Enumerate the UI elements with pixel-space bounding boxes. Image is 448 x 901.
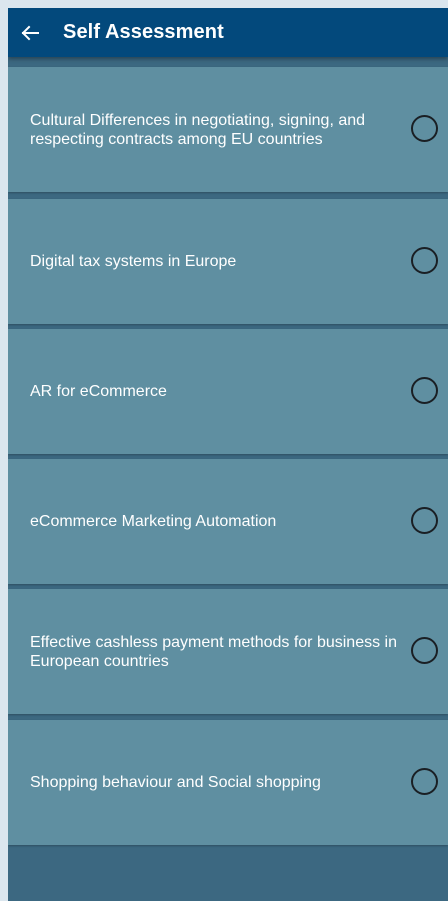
topic-label: eCommerce Marketing Automation (30, 513, 277, 530)
radio-button[interactable] (411, 506, 438, 534)
topic-card-cashless-payment[interactable]: Effective cashless payment methods for b… (8, 589, 448, 714)
topic-card-cultural-differences[interactable]: Cultural Differences in negotiating, sig… (8, 67, 448, 192)
app-bar: Self Assessment (8, 8, 448, 57)
radio-button[interactable] (411, 246, 438, 274)
topic-label: Effective cashless payment methods for b… (30, 633, 397, 670)
arrow-left-icon (21, 25, 39, 40)
topic-label: Shopping behaviour and Social shopping (30, 774, 321, 791)
radio-button[interactable] (411, 636, 438, 664)
page-title: Self Assessment (63, 21, 224, 43)
screen-top-border (0, 0, 448, 8)
topic-card-digital-tax[interactable]: Digital tax systems in Europe (8, 199, 448, 324)
radio-button[interactable] (411, 376, 438, 404)
topic-label: Digital tax systems in Europe (30, 253, 237, 270)
topic-card-ar-ecommerce[interactable]: AR for eCommerce (8, 329, 448, 454)
radio-button[interactable] (411, 767, 438, 795)
topic-label: Cultural Differences in negotiating, sig… (30, 111, 366, 148)
topic-card-shopping-behaviour[interactable]: Shopping behaviour and Social shopping (8, 720, 448, 845)
topic-card-marketing-automation[interactable]: eCommerce Marketing Automation (8, 459, 448, 584)
back-button[interactable] (8, 8, 52, 57)
radio-button[interactable] (411, 114, 438, 142)
bottom-empty-area (8, 850, 448, 901)
topic-label: AR for eCommerce (30, 383, 167, 400)
screen-left-border (0, 0, 8, 901)
app-screen: Self Assessment Cultural Differences in … (8, 8, 448, 901)
